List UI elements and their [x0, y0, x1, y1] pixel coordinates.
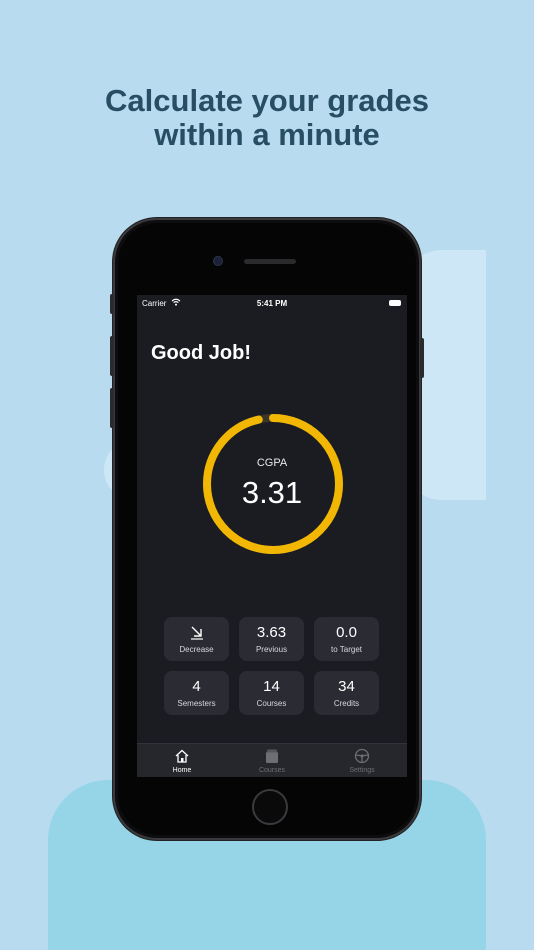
mute-switch	[110, 294, 114, 314]
stat-tile-decrease[interactable]: Decrease	[164, 617, 229, 661]
tab-label: Courses	[258, 767, 286, 774]
tab-home[interactable]: Home	[137, 744, 227, 777]
tab-bar: Home Courses Settings	[137, 743, 407, 777]
arrow-down-right-icon	[164, 624, 229, 644]
steering-wheel-icon	[354, 748, 370, 764]
book-stack-icon	[264, 748, 280, 764]
stat-label: Credits	[333, 699, 360, 708]
stat-label: Decrease	[179, 645, 214, 654]
tab-courses[interactable]: Courses	[227, 744, 317, 777]
status-bar: Carrier 5:41 PM	[137, 297, 407, 311]
stat-tile-semesters[interactable]: 4 Semesters	[164, 671, 229, 715]
cgpa-value: 3.31	[241, 475, 303, 510]
earpiece-speaker	[244, 259, 296, 264]
stat-label: Courses	[256, 699, 287, 708]
phone-bezel: Carrier 5:41 PM Good Job! CGPA 3.31 Decr…	[118, 223, 416, 835]
stat-label: Semesters	[177, 699, 216, 708]
stat-tile-courses[interactable]: 14 Courses	[239, 671, 304, 715]
clock-time: 5:41 PM	[256, 299, 288, 308]
tab-settings[interactable]: Settings	[317, 744, 407, 777]
app-screen: Carrier 5:41 PM Good Job! CGPA 3.31 Decr…	[137, 295, 407, 777]
stat-value: 14	[263, 678, 280, 695]
phone-frame: Carrier 5:41 PM Good Job! CGPA 3.31 Decr…	[110, 218, 424, 840]
stat-label: Previous	[255, 645, 288, 654]
tab-label: Settings	[349, 767, 375, 774]
home-icon	[174, 748, 190, 764]
cgpa-label: CGPA	[256, 457, 288, 469]
volume-up-button	[110, 336, 114, 376]
marketing-headline: Calculate your grades within a minute	[0, 84, 534, 152]
tab-label: Home	[172, 767, 192, 774]
headline-line-2: within a minute	[154, 117, 380, 152]
front-camera	[214, 257, 222, 265]
headline-line-1: Calculate your grades	[105, 83, 429, 118]
stat-tile-target[interactable]: 0.0 to Target	[314, 617, 379, 661]
stat-value: 3.63	[256, 624, 287, 641]
power-button	[420, 338, 424, 378]
volume-down-button	[110, 388, 114, 428]
stat-value: 0.0	[336, 624, 357, 641]
battery-icon	[389, 300, 401, 306]
stat-tile-previous[interactable]: 3.63 Previous	[239, 617, 304, 661]
stat-value: 34	[338, 678, 355, 695]
greeting-title: Good Job!	[151, 342, 251, 364]
stat-tile-credits[interactable]: 34 Credits	[314, 671, 379, 715]
stat-label: to Target	[331, 645, 362, 654]
home-button[interactable]	[252, 789, 288, 825]
stat-value: 4	[192, 678, 201, 695]
